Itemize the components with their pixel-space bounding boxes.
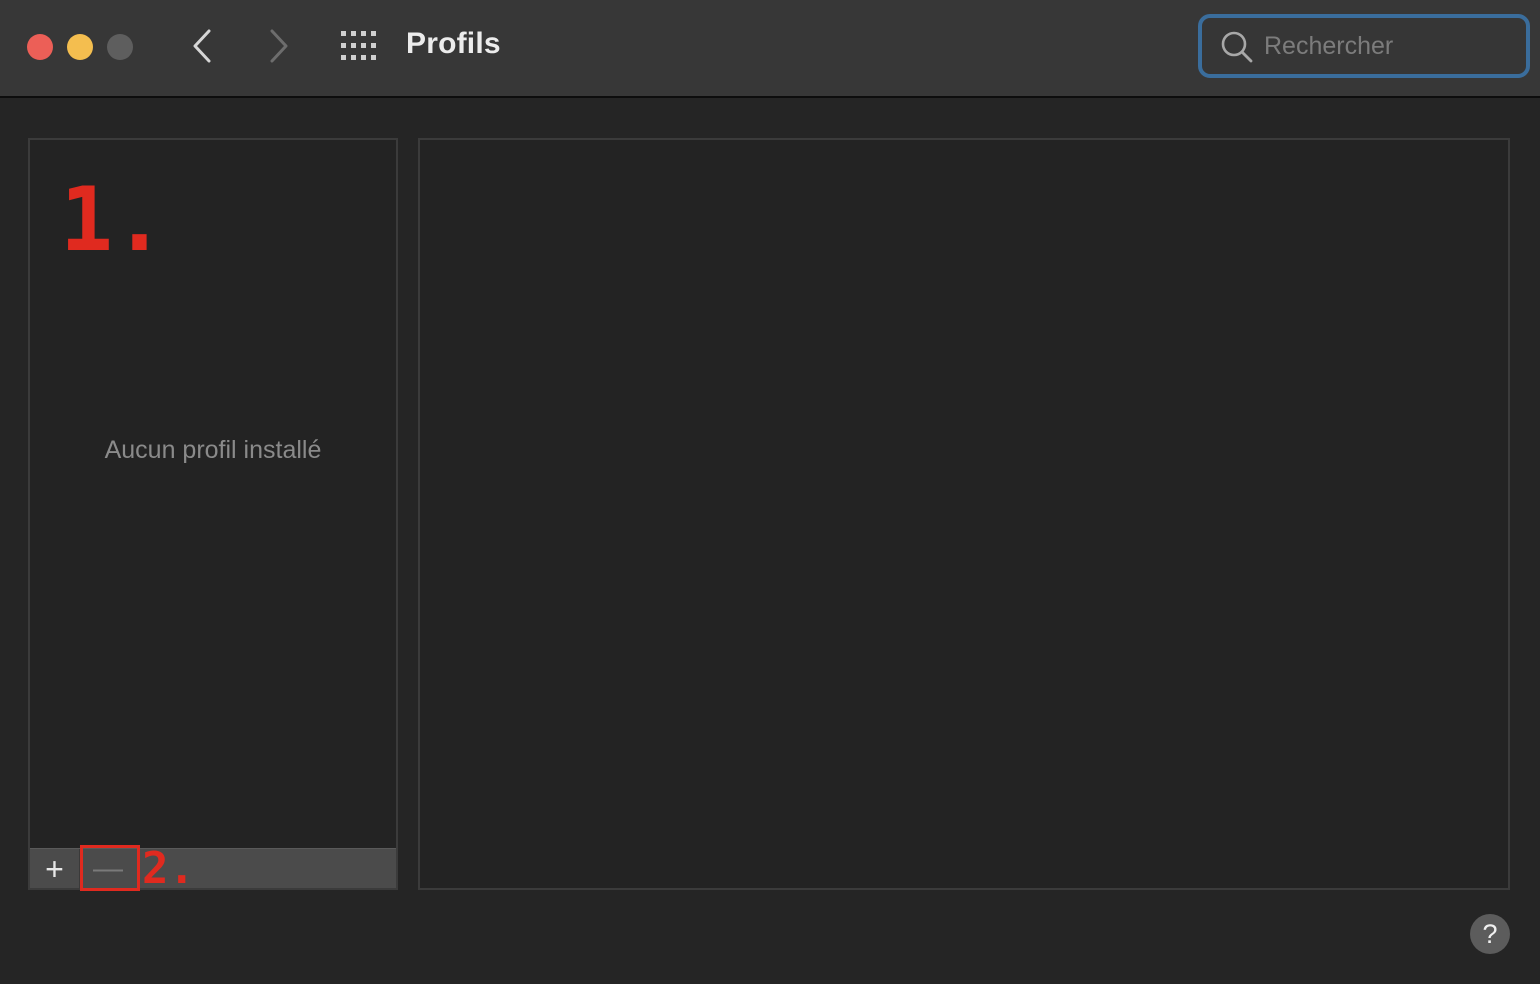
minimize-window-button[interactable] [67, 34, 93, 60]
window-title: Profils [406, 27, 501, 60]
toolbar: Profils [0, 0, 1540, 98]
add-profile-button[interactable]: + [30, 849, 80, 888]
show-all-button[interactable] [338, 28, 380, 64]
chevron-left-icon [193, 29, 211, 63]
forward-button[interactable] [258, 26, 298, 66]
chevron-right-icon [270, 29, 288, 63]
profiles-list-panel: 1. Aucun profil installé + — 2. [28, 138, 398, 894]
search-field[interactable] [1198, 14, 1530, 78]
close-window-button[interactable] [27, 34, 53, 60]
system-preferences-window: Profils 1. Aucun profil installé + — 2. … [0, 0, 1540, 984]
profile-detail-panel [418, 138, 1510, 890]
empty-list-message: Aucun profil installé [104, 436, 322, 464]
annotation-highlight-box [80, 845, 140, 891]
annotation-step-2: 2. [142, 843, 195, 894]
list-footer-toolbar: + — 2. [30, 843, 396, 894]
search-icon [1221, 31, 1253, 63]
annotation-step-1: 1. [60, 168, 166, 271]
zoom-window-button[interactable] [107, 34, 133, 60]
show-all-grid-icon [341, 31, 376, 60]
help-button[interactable]: ? [1470, 914, 1510, 954]
search-input[interactable] [1264, 28, 1514, 64]
back-button[interactable] [183, 26, 223, 66]
